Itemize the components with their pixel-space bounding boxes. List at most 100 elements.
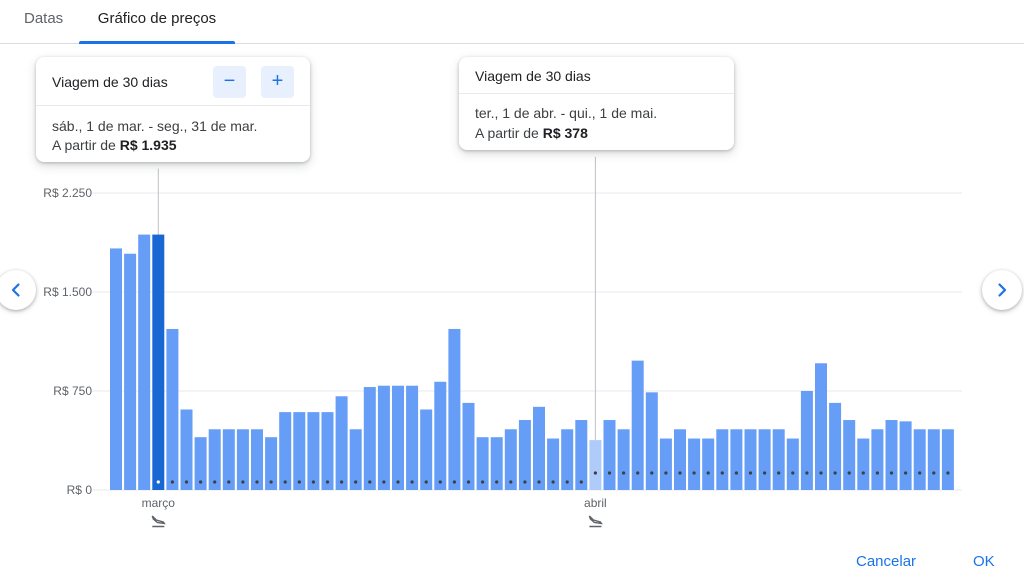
trip-price: A partir de R$ 378 <box>475 125 588 141</box>
date-dot <box>340 480 344 484</box>
price-bar[interactable] <box>363 387 376 490</box>
increase-trip-length-button[interactable]: + <box>261 66 294 98</box>
date-dot <box>763 471 767 475</box>
price-bar[interactable] <box>899 421 912 490</box>
price-bar[interactable] <box>871 429 884 490</box>
price-bar[interactable] <box>702 438 715 490</box>
price-bar[interactable] <box>166 328 179 490</box>
price-bar[interactable] <box>927 429 940 490</box>
decrease-trip-length-button[interactable]: − <box>213 66 246 98</box>
price-bar[interactable] <box>533 406 545 490</box>
price-bar[interactable] <box>420 409 433 490</box>
price-bar[interactable] <box>800 391 813 490</box>
date-dot <box>678 471 682 475</box>
price-bar[interactable] <box>589 440 602 490</box>
price-bar[interactable] <box>406 385 419 490</box>
date-dot <box>622 471 626 475</box>
date-dot <box>904 471 908 475</box>
price-bar[interactable] <box>941 429 954 490</box>
card-pointer <box>588 150 603 157</box>
date-dot <box>382 480 386 484</box>
price-bar[interactable] <box>744 429 757 490</box>
price-bar[interactable] <box>462 402 475 490</box>
price-bar[interactable] <box>180 409 193 490</box>
price-prefix: A partir de <box>52 137 116 153</box>
y-tick-label: R$ 0 <box>67 483 93 497</box>
price-bar[interactable] <box>829 402 842 490</box>
date-dot <box>734 471 739 475</box>
flight-landing-icon-path <box>588 515 603 528</box>
date-dot <box>241 480 245 484</box>
hover-trip-card: Viagem de 30 dias ter., 1 de abr. - qui.… <box>459 57 734 150</box>
price-bar[interactable] <box>279 412 292 490</box>
price-bar[interactable] <box>448 328 461 490</box>
date-dot <box>368 480 372 484</box>
date-dot <box>537 480 541 484</box>
price-bar[interactable] <box>377 385 390 490</box>
date-dot <box>523 480 527 484</box>
date-dot <box>354 480 358 484</box>
price-bar[interactable] <box>659 438 672 490</box>
price-bar[interactable] <box>335 396 348 490</box>
price-bar[interactable] <box>293 412 306 490</box>
date-dot <box>452 480 456 484</box>
ok-button[interactable]: OK <box>973 553 995 570</box>
price-bar[interactable] <box>434 381 447 490</box>
date-dot <box>932 471 936 475</box>
price-value: R$ 1.935 <box>119 137 177 153</box>
trip-length-label: Viagem de 30 dias <box>475 68 591 84</box>
price-bar[interactable] <box>575 420 588 490</box>
price-bar[interactable] <box>152 234 165 490</box>
chevron-left-icon <box>11 283 20 297</box>
date-dot <box>664 471 668 475</box>
price-bar[interactable] <box>518 420 531 490</box>
price-bar[interactable] <box>124 253 137 490</box>
price-bar[interactable] <box>786 438 799 490</box>
price-bar[interactable] <box>138 234 151 490</box>
next-dates-button[interactable] <box>982 270 1022 310</box>
price-bar[interactable] <box>758 429 771 490</box>
date-dot <box>833 471 837 475</box>
date-dot <box>720 471 724 475</box>
price-bar[interactable] <box>688 438 701 490</box>
date-dot <box>593 471 598 475</box>
price-bar[interactable] <box>913 429 926 490</box>
price-bar[interactable] <box>674 429 686 490</box>
price-bar[interactable] <box>885 420 898 490</box>
price-bar[interactable] <box>716 429 729 490</box>
date-dot <box>227 480 231 484</box>
price-bar[interactable] <box>631 360 644 490</box>
y-tick-label: R$ 2.250 <box>43 186 92 200</box>
price-bar[interactable] <box>645 392 658 490</box>
card-divider <box>36 105 310 106</box>
price-bar[interactable] <box>815 363 827 490</box>
x-tick-label: março <box>142 496 176 510</box>
price-value: R$ 378 <box>542 125 588 141</box>
date-dot <box>551 480 555 484</box>
date-dot <box>396 480 400 484</box>
price-prefix: A partir de <box>475 125 539 141</box>
price-bar[interactable] <box>321 412 334 490</box>
date-dot <box>819 471 823 475</box>
date-dot <box>847 471 851 475</box>
date-dot <box>481 480 485 484</box>
price-bar[interactable] <box>730 429 743 490</box>
price-bar[interactable] <box>110 248 122 490</box>
date-dot <box>283 480 287 484</box>
date-dot <box>495 480 499 484</box>
cancel-button[interactable]: Cancelar <box>856 553 916 570</box>
card-pointer <box>151 162 166 169</box>
card-divider <box>459 93 734 94</box>
price-bar[interactable] <box>772 429 785 490</box>
price-bar[interactable] <box>603 420 616 490</box>
price-bar[interactable] <box>843 420 856 490</box>
price-bar[interactable] <box>307 412 320 490</box>
date-dot <box>311 480 315 484</box>
date-dot <box>692 471 696 475</box>
date-dot <box>213 480 217 484</box>
price-bar[interactable] <box>857 438 870 490</box>
x-tick-label: abril <box>584 496 607 510</box>
price-bar[interactable] <box>617 429 630 490</box>
price-bar[interactable] <box>392 385 404 490</box>
date-dot <box>325 480 330 484</box>
